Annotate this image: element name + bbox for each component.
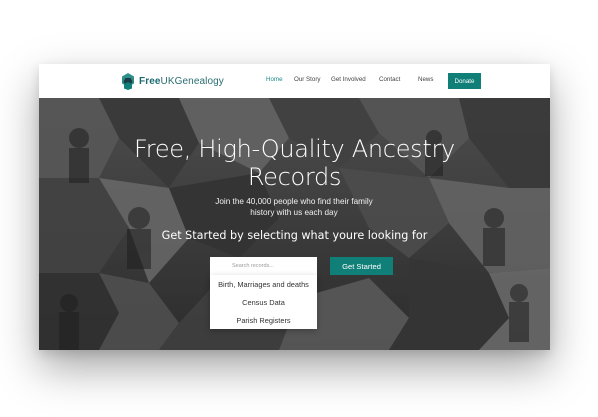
- hero-section: Free, High-Quality Ancestry Records Join…: [39, 98, 550, 350]
- site-logo[interactable]: FreeUKGenealogy: [121, 73, 224, 90]
- search-records-input[interactable]: [210, 257, 317, 275]
- get-started-button[interactable]: Get Started: [330, 257, 393, 275]
- nav-contact[interactable]: Contact: [379, 76, 400, 83]
- nav-our-story[interactable]: Our Story: [294, 76, 320, 83]
- logo-wordmark: FreeUKGenealogy: [139, 76, 224, 87]
- nav-get-involved[interactable]: Get Involved: [331, 76, 366, 83]
- nav-news[interactable]: News: [418, 76, 433, 83]
- donate-button[interactable]: Donate: [448, 73, 481, 89]
- nav-home[interactable]: Home: [266, 76, 283, 83]
- hero-subtext: Join the 40,000 people who find their fa…: [215, 197, 373, 217]
- website-frame: FreeUKGenealogy Home Our Story Get Invol…: [39, 64, 550, 350]
- dropdown-option-census-data[interactable]: Census Data: [210, 293, 317, 311]
- logo-hexagon-icon: [122, 73, 134, 90]
- site-header: FreeUKGenealogy Home Our Story Get Invol…: [39, 64, 550, 98]
- dropdown-option-parish-registers[interactable]: Parish Registers: [210, 311, 317, 329]
- hero-headline: Free, High-Quality Ancestry Records: [134, 135, 455, 191]
- hero-prompt: Get Started by selecting what youre look…: [161, 229, 428, 242]
- record-type-dropdown: Birth, Marriages and deaths Census Data …: [210, 275, 317, 329]
- dropdown-option-birth-marriages-deaths[interactable]: Birth, Marriages and deaths: [210, 275, 317, 293]
